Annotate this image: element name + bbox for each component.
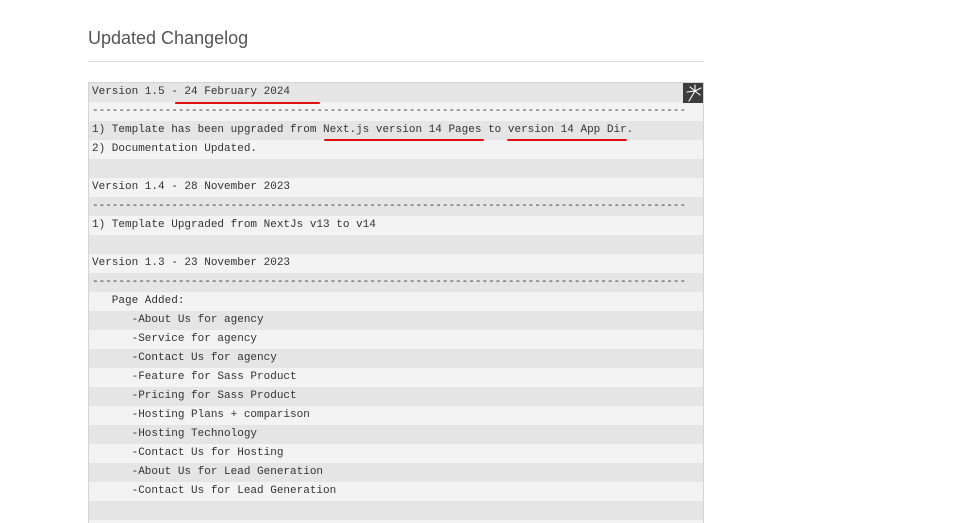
code-line: -Contact Us for Hosting bbox=[89, 444, 703, 463]
code-line: 1) Template has been upgraded from Next.… bbox=[89, 121, 703, 140]
code-line: 1) Template Upgraded from NextJs v13 to … bbox=[89, 216, 703, 235]
code-line: ----------------------------------------… bbox=[89, 197, 703, 216]
code-line: Version 1.5 - 24 February 2024 bbox=[89, 83, 703, 102]
code-line bbox=[89, 159, 703, 178]
code-line: -Hosting Plans + comparison bbox=[89, 406, 703, 425]
code-line: -Hosting Technology bbox=[89, 425, 703, 444]
code-line bbox=[89, 235, 703, 254]
code-line: ----------------------------------------… bbox=[89, 102, 703, 121]
changelog-code-block[interactable]: Version 1.5 - 24 February 2024 ---------… bbox=[88, 82, 704, 523]
code-line: Page Added: bbox=[89, 292, 703, 311]
highlight-underline bbox=[175, 102, 320, 104]
code-line: Version 1.4 - 28 November 2023 bbox=[89, 178, 703, 197]
code-line: -About Us for Lead Generation bbox=[89, 463, 703, 482]
changelog-lines: Version 1.5 - 24 February 2024 ---------… bbox=[89, 83, 703, 523]
code-line: 2) Documentation Updated. bbox=[89, 140, 703, 159]
code-line bbox=[89, 501, 703, 520]
code-line: -About Us for agency bbox=[89, 311, 703, 330]
code-line: -Contact Us for Lead Generation bbox=[89, 482, 703, 501]
code-line: -Service for agency bbox=[89, 330, 703, 349]
title-divider bbox=[88, 61, 704, 62]
code-line: -Pricing for Sass Product bbox=[89, 387, 703, 406]
highlight-underline bbox=[507, 139, 627, 141]
popout-icon[interactable] bbox=[683, 83, 703, 103]
code-line: -Contact Us for agency bbox=[89, 349, 703, 368]
page-title: Updated Changelog bbox=[88, 28, 249, 48]
highlight-underline bbox=[324, 139, 484, 141]
code-line: -Feature for Sass Product bbox=[89, 368, 703, 387]
code-line: Version 1.3 - 23 November 2023 bbox=[89, 254, 703, 273]
code-line: ----------------------------------------… bbox=[89, 273, 703, 292]
